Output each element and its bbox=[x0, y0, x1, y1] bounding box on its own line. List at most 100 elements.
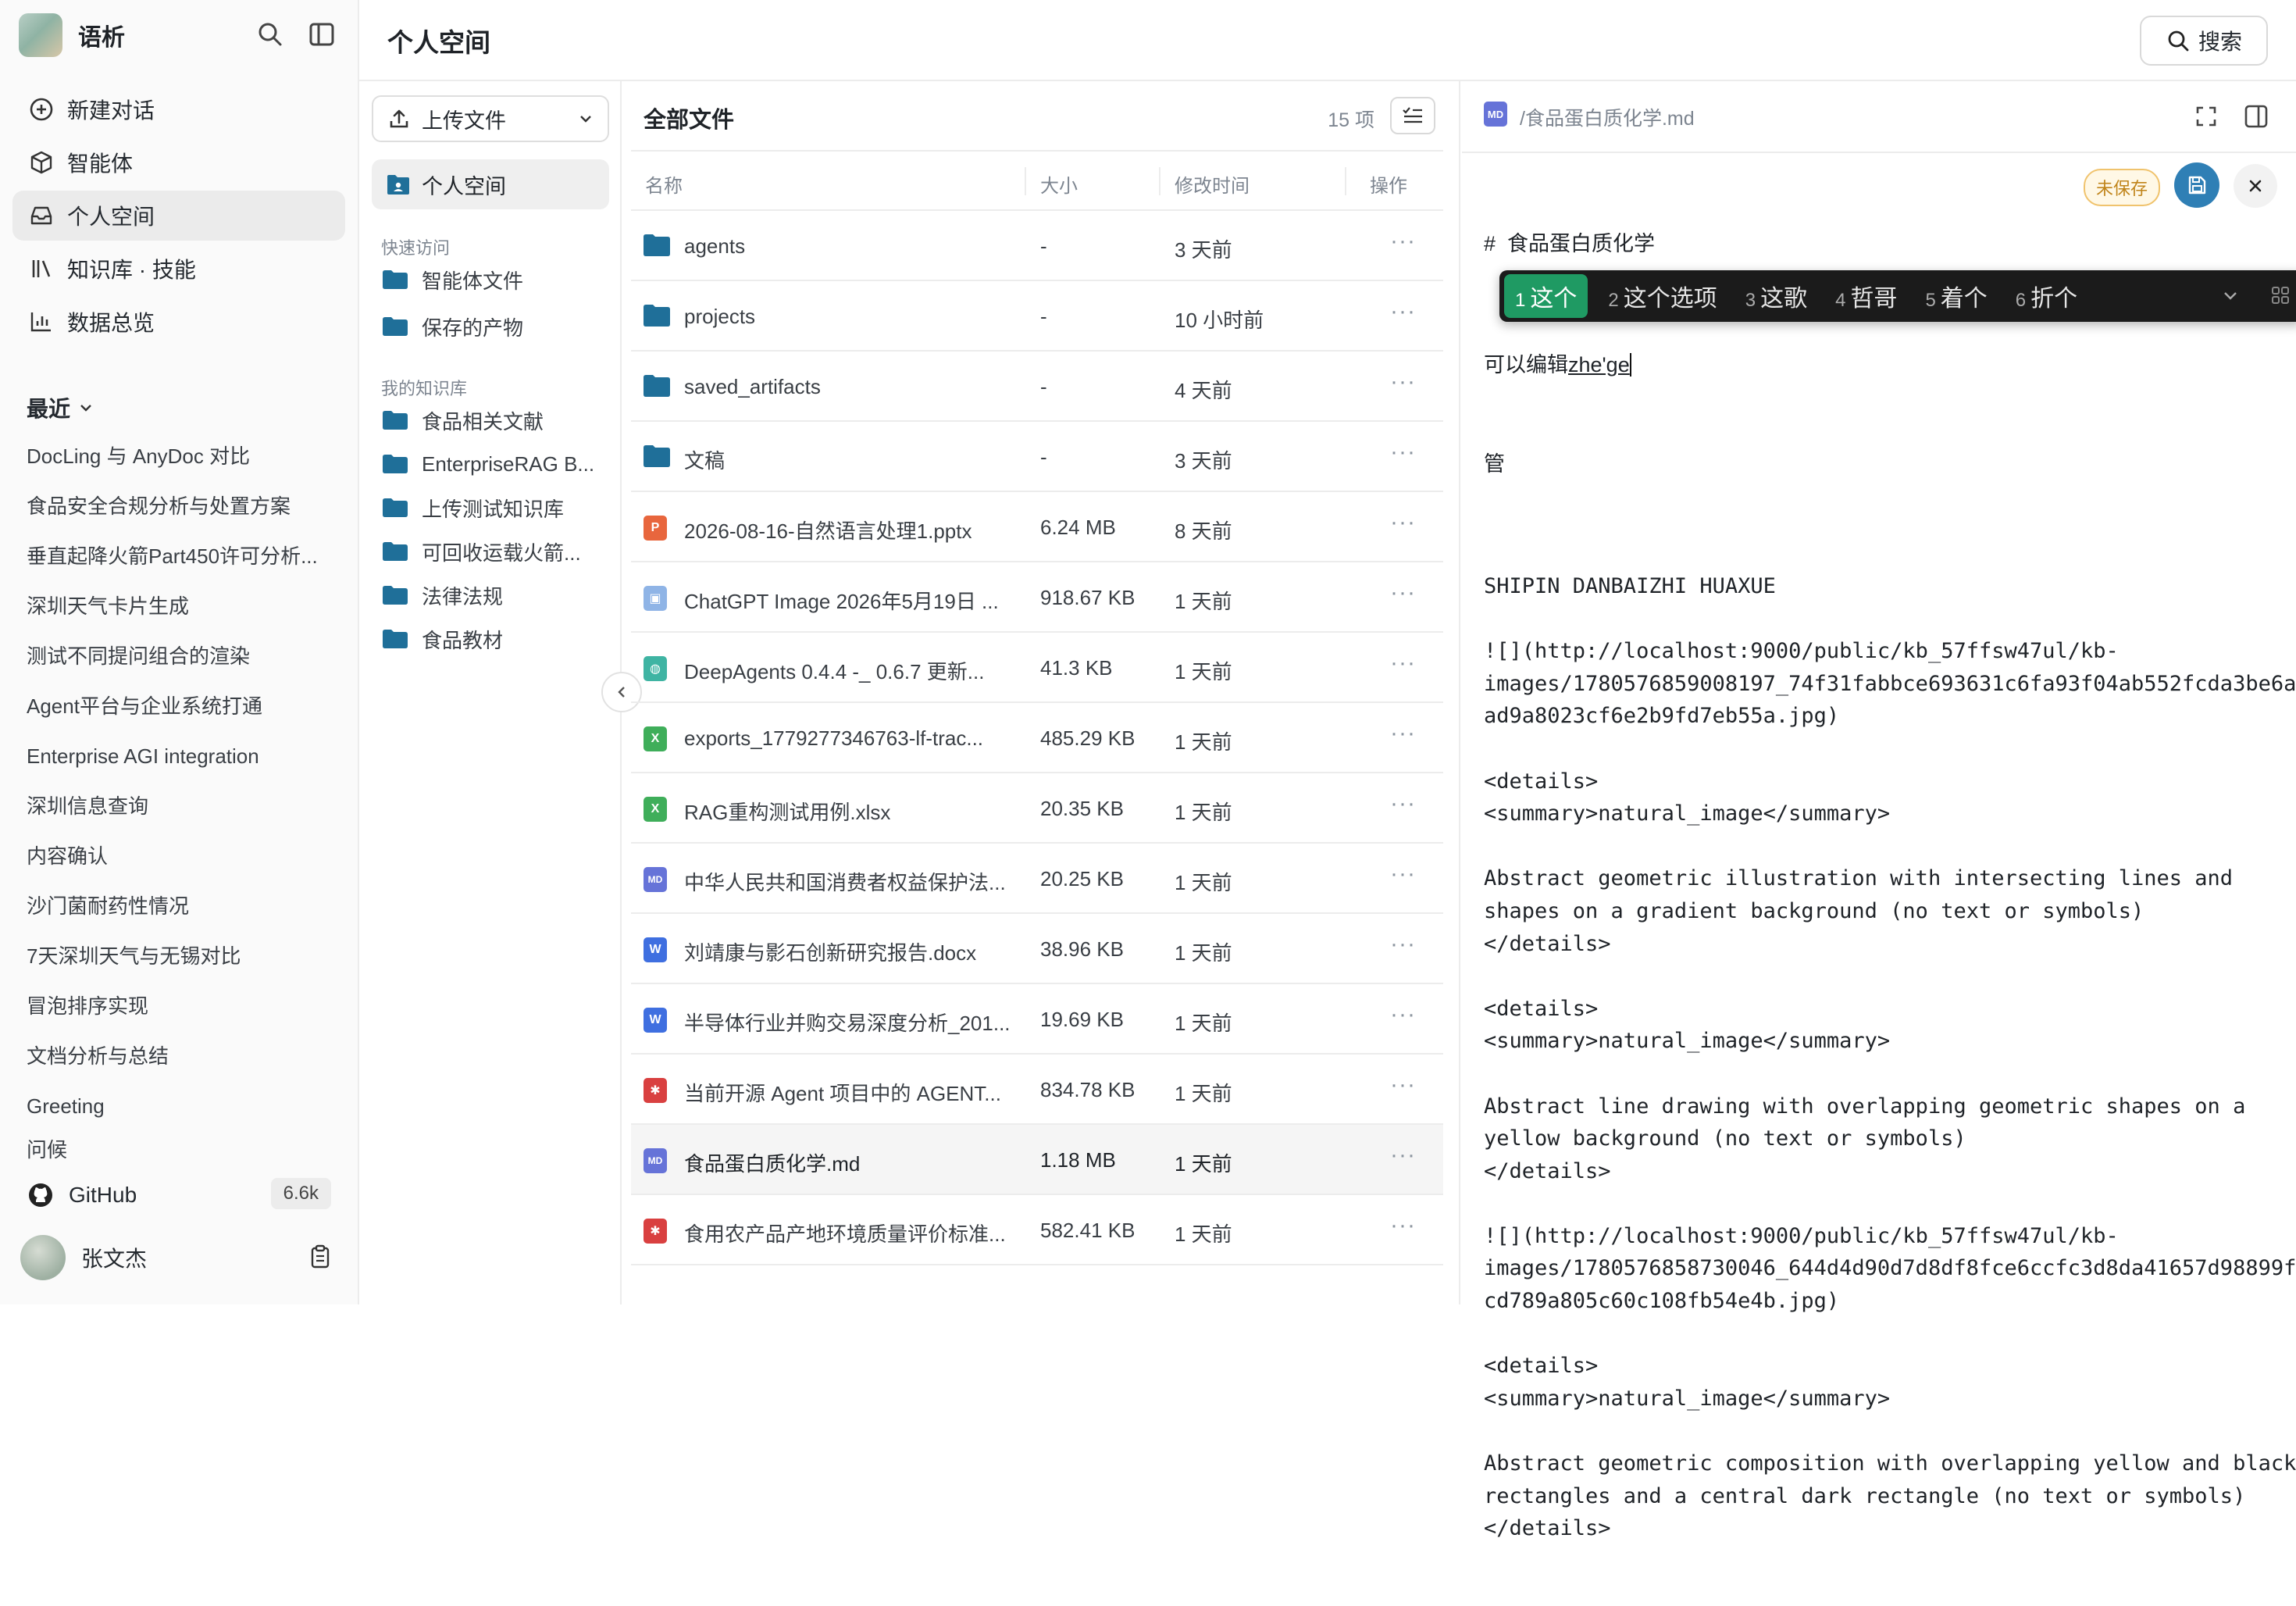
recent-item[interactable]: 测试不同提问组合的渲染 bbox=[27, 634, 339, 684]
ime-candidate[interactable]: 4 哲哥 bbox=[1835, 279, 1897, 313]
col-mtime[interactable]: 修改时间 bbox=[1175, 170, 1250, 198]
tree-item-kb[interactable]: 食品相关文献 bbox=[383, 403, 609, 437]
clipboard-icon[interactable] bbox=[308, 1244, 333, 1270]
file-size: 41.3 KB bbox=[1040, 656, 1113, 680]
github-link[interactable]: GitHub 6.6k bbox=[27, 1173, 331, 1217]
recent-item[interactable]: 食品安全合规分析与处置方案 bbox=[27, 484, 339, 534]
nav-knowledge[interactable]: 知识库 · 技能 bbox=[12, 244, 345, 294]
nav-label: 新建对话 bbox=[67, 98, 155, 123]
table-row[interactable]: Xexports_1779277346763-lf-trac... 485.29 … bbox=[631, 703, 1443, 773]
more-actions-icon[interactable]: ··· bbox=[1390, 1001, 1416, 1028]
recent-item[interactable]: 冒泡排序实现 bbox=[27, 984, 339, 1034]
recent-toggle[interactable]: 最近 bbox=[27, 392, 94, 423]
more-actions-icon[interactable]: ··· bbox=[1390, 1212, 1416, 1239]
table-row[interactable]: P 2026-08-16-自然语言处理1.pptx 6.24 MB 8 天前 ··· bbox=[631, 492, 1443, 562]
more-actions-icon[interactable]: ··· bbox=[1390, 861, 1416, 887]
more-actions-icon[interactable]: ··· bbox=[1390, 369, 1416, 395]
markdown-editor[interactable]: # 食品蛋白质化学 可以编辑zhe'ge 管 SHIPIN DANBAIZHI … bbox=[1484, 167, 2296, 1606]
ime-candidate[interactable]: 1 这个 bbox=[1504, 274, 1588, 318]
top-header: 个人空间 搜索 bbox=[359, 0, 2296, 81]
recent-item[interactable]: Enterprise AGI integration bbox=[27, 734, 339, 784]
recent-item[interactable]: Agent平台与企业系统打通 bbox=[27, 684, 339, 734]
tree-item-kb[interactable]: EnterpriseRAG B... bbox=[383, 447, 609, 481]
recent-item[interactable]: 垂直起降火箭Part450许可分析... bbox=[27, 534, 339, 584]
recent-item[interactable]: 内容确认 bbox=[27, 834, 339, 884]
plus-circle-icon bbox=[27, 95, 56, 124]
file-name: 半导体行业并购交易深度分析_201... bbox=[684, 1012, 1011, 1035]
nav-agents[interactable]: 智能体 bbox=[12, 137, 345, 187]
tree-item-kb[interactable]: 食品教材 bbox=[383, 622, 609, 656]
ime-candidate-bar: 1 这个 2 这个选项 3 这歌 4 哲哥 5 着个 6 折个 bbox=[1499, 270, 2296, 322]
table-row[interactable]: saved_artifacts - 4 天前 ··· bbox=[631, 352, 1443, 422]
fullscreen-icon[interactable] bbox=[2191, 102, 2221, 131]
table-row[interactable]: ✱ 当前开源 Agent 项目中的 AGENT... 834.78 KB 1 天前 ··… bbox=[631, 1055, 1443, 1125]
tree-root-personal-space[interactable]: 个人空间 bbox=[372, 159, 609, 209]
more-actions-icon[interactable]: ··· bbox=[1390, 298, 1416, 325]
upload-button[interactable]: 上传文件 bbox=[372, 95, 609, 142]
table-row[interactable]: W 半导体行业并购交易深度分析_201... 19.69 KB 1 天前 ··· bbox=[631, 984, 1443, 1055]
view-toggle-button[interactable] bbox=[1390, 97, 1435, 134]
sidebar-toggle-icon[interactable] bbox=[306, 19, 337, 50]
table-row[interactable]: MD 中华人民共和国消费者权益保护法... 20.25 KB 1 天前 ··· bbox=[631, 844, 1443, 914]
grid-icon[interactable] bbox=[2269, 284, 2291, 306]
more-actions-icon[interactable]: ··· bbox=[1390, 580, 1416, 606]
user-profile[interactable]: 张文杰 bbox=[20, 1233, 333, 1283]
pdf-file-icon: ✱ bbox=[644, 1078, 668, 1103]
tree-item-label: 食品相关文献 bbox=[422, 409, 544, 434]
tree-item-label: 智能体文件 bbox=[422, 269, 524, 293]
split-panel-icon[interactable] bbox=[2241, 102, 2271, 131]
nav-personal-space[interactable]: 个人空间 bbox=[12, 191, 345, 241]
file-mtime: 1 天前 bbox=[1175, 871, 1232, 894]
chevron-down-icon[interactable] bbox=[2219, 284, 2241, 306]
ime-candidate[interactable]: 5 着个 bbox=[1925, 279, 1987, 313]
ime-candidate[interactable]: 3 这歌 bbox=[1745, 279, 1807, 313]
editor-line-partial: 管 bbox=[1484, 452, 1505, 476]
search-button[interactable]: 搜索 bbox=[2140, 16, 2268, 66]
col-divider bbox=[1025, 167, 1026, 195]
table-row[interactable]: X RAG重构测试用例.xlsx 20.35 KB 1 天前 ··· bbox=[631, 773, 1443, 844]
table-row[interactable]: W 刘靖康与影石创新研究报告.docx 38.96 KB 1 天前 ··· bbox=[631, 914, 1443, 984]
more-actions-icon[interactable]: ··· bbox=[1390, 650, 1416, 676]
col-size[interactable]: 大小 bbox=[1040, 170, 1078, 198]
recent-item[interactable]: 问候 bbox=[27, 1134, 339, 1161]
md-file-icon: MD bbox=[644, 1148, 668, 1173]
tree-item-agent-files[interactable]: 智能体文件 bbox=[383, 262, 609, 297]
recent-item[interactable]: 7天深圳天气与无锡对比 bbox=[27, 934, 339, 984]
recent-item[interactable]: 文档分析与总结 bbox=[27, 1034, 339, 1084]
ime-candidate[interactable]: 6 折个 bbox=[2016, 279, 2077, 313]
recent-item[interactable]: DocLing 与 AnyDoc 对比 bbox=[27, 434, 339, 484]
col-name[interactable]: 名称 bbox=[645, 170, 683, 198]
markdown-file-icon: MD bbox=[1484, 102, 1507, 127]
table-row[interactable]: ◍ DeepAgents 0.4.4 -_ 0.6.7 更新... 41.3 KB 1… bbox=[631, 633, 1443, 703]
tree-item-kb[interactable]: 上传测试知识库 bbox=[383, 491, 609, 525]
more-actions-icon[interactable]: ··· bbox=[1390, 1142, 1416, 1169]
tree-item-saved-artifacts[interactable]: 保存的产物 bbox=[383, 309, 609, 344]
file-mtime: 4 天前 bbox=[1175, 379, 1232, 402]
recent-item[interactable]: Greeting bbox=[27, 1084, 339, 1134]
table-row[interactable]: projects - 10 小时前 ··· bbox=[631, 281, 1443, 352]
tree-item-kb[interactable]: 法律法规 bbox=[383, 578, 609, 612]
table-row[interactable]: 文稿 - 3 天前 ··· bbox=[631, 422, 1443, 492]
search-icon[interactable] bbox=[255, 19, 286, 50]
ime-candidate[interactable]: 2 这个选项 bbox=[1608, 279, 1717, 313]
recent-item[interactable]: 深圳天气卡片生成 bbox=[27, 584, 339, 634]
more-actions-icon[interactable]: ··· bbox=[1390, 509, 1416, 536]
more-actions-icon[interactable]: ··· bbox=[1390, 439, 1416, 466]
nav-new-chat[interactable]: 新建对话 bbox=[12, 84, 345, 134]
table-row[interactable]: MD 食品蛋白质化学.md 1.18 MB 1 天前 ··· bbox=[631, 1125, 1443, 1195]
table-row[interactable]: ✱ 食用农产品产地环境质量评价标准... 582.41 KB 1 天前 ··· bbox=[631, 1195, 1443, 1265]
more-actions-icon[interactable]: ··· bbox=[1390, 791, 1416, 817]
more-actions-icon[interactable]: ··· bbox=[1390, 720, 1416, 747]
recent-item[interactable]: 沙门菌耐药性情况 bbox=[27, 884, 339, 934]
more-actions-icon[interactable]: ··· bbox=[1390, 1072, 1416, 1098]
tree-item-kb[interactable]: 可回收运载火箭... bbox=[383, 534, 609, 569]
table-row[interactable]: ▣ ChatGPT Image 2026年5月19日 ... 918.67 KB 1 … bbox=[631, 562, 1443, 633]
nav-dashboard[interactable]: 数据总览 bbox=[12, 297, 345, 347]
table-row[interactable]: agents - 3 天前 ··· bbox=[631, 211, 1443, 281]
more-actions-icon[interactable]: ··· bbox=[1390, 931, 1416, 958]
recent-item[interactable]: 深圳信息查询 bbox=[27, 784, 339, 834]
file-size: - bbox=[1040, 234, 1047, 258]
file-name: 当前开源 Agent 项目中的 AGENT... bbox=[684, 1082, 1001, 1105]
more-actions-icon[interactable]: ··· bbox=[1390, 228, 1416, 255]
ime-candidate-number: 1 bbox=[1515, 290, 1526, 311]
